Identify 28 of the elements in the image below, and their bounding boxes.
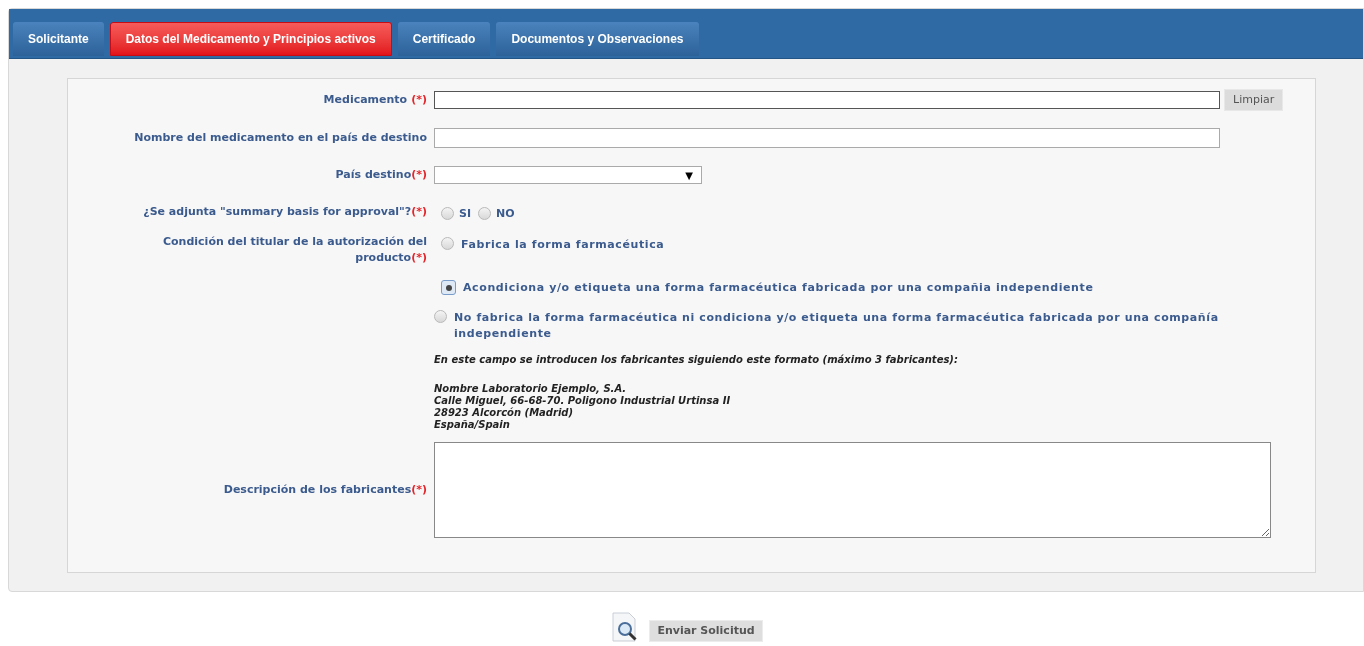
option-label: Fabrica la forma farmacéutica xyxy=(461,237,665,253)
address-example: Nombre Laboratorio Ejemplo, S.A. Calle Miguel, 66-68-70. Poligono Industrial Urtinsa II 28923 Alcorcón (Madrid) España/Spain xyxy=(434,383,732,431)
tab[interactable]: Documentos y Observaciones xyxy=(496,22,699,56)
select-field[interactable]: ▼ xyxy=(434,166,702,184)
option-label: SI xyxy=(459,206,471,223)
option-label: Acondiciona y/o etiqueta una forma farmacéutica fabricada por una compañia independiente xyxy=(463,280,1094,296)
field-label: ¿Se adjunta "summary basis for approval"?(*) xyxy=(143,204,427,218)
radio-button[interactable] xyxy=(441,280,456,295)
field-label: Medicamento (*) xyxy=(323,92,427,106)
text-field[interactable] xyxy=(434,128,1220,148)
radio-button[interactable] xyxy=(478,206,491,220)
option-label: NO xyxy=(496,206,515,223)
radio-button[interactable] xyxy=(434,310,447,323)
field-label: Nombre del medicamento en el país de destino xyxy=(134,130,427,144)
format-instructions: En este campo se introducen los fabricantes siguiendo este formato (máximo 3 fabricantes): xyxy=(434,354,958,366)
radio-button[interactable] xyxy=(441,206,454,220)
tab[interactable]: Datos del Medicamento y Principios activos xyxy=(109,22,392,56)
tab[interactable]: Certificado xyxy=(397,22,491,56)
radio-button[interactable] xyxy=(441,237,454,250)
field-label: País destino(*) xyxy=(335,167,427,181)
option-label: No fabrica la forma farmacéutica ni condiciona y/o etiqueta una forma farmacéutica fabricada por una compañía independiente xyxy=(454,310,1220,342)
clear-button[interactable]: Limpiar xyxy=(1224,89,1284,111)
field-label: Condición del titular de la autorización del producto(*) xyxy=(162,234,427,266)
tab[interactable]: Solicitante xyxy=(13,22,104,56)
text-field[interactable] xyxy=(434,91,1220,109)
textarea-field[interactable] xyxy=(434,442,1271,538)
field-label: Descripción de los fabricantes(*) xyxy=(223,482,427,496)
submit-button[interactable]: Enviar Solicitud xyxy=(649,620,763,642)
